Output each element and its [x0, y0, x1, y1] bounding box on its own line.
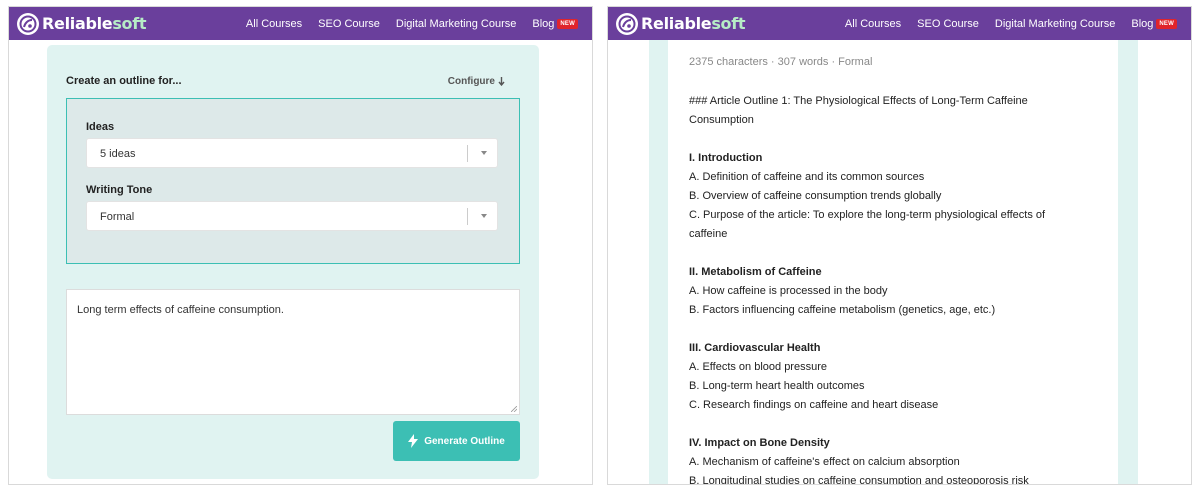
top-navbar: Reliablesoft All Courses SEO Course Digi… — [608, 7, 1191, 40]
chevron-down-icon — [481, 214, 487, 218]
nav-all-courses[interactable]: All Courses — [238, 18, 310, 30]
generated-outline-card: 2375 characters · 307 words · Formal ###… — [668, 40, 1118, 485]
section-heading: I. Introduction — [689, 152, 763, 164]
section-heading: III. Cardiovascular Health — [689, 342, 821, 354]
brand-name: Reliablesoft — [42, 14, 147, 33]
outline-item: A. Definition of caffeine and its common… — [689, 171, 925, 183]
nav-blog-label: Blog — [1131, 17, 1154, 30]
nav-seo-course[interactable]: SEO Course — [909, 18, 987, 30]
ideas-select[interactable]: 5 ideas — [86, 138, 498, 168]
topic-text: Long term effects of caffeine consumptio… — [77, 304, 284, 316]
section-heading: II. Metabolism of Caffeine — [689, 266, 822, 278]
nav-links: All Courses SEO Course Digital Marketing… — [238, 7, 586, 40]
outline-item: A. How caffeine is processed in the body — [689, 285, 888, 297]
nav-links: All Courses SEO Course Digital Marketing… — [837, 7, 1185, 40]
nav-digital-marketing-course[interactable]: Digital Marketing Course — [987, 18, 1123, 30]
tone-select[interactable]: Formal — [86, 201, 498, 231]
nav-blog[interactable]: Blog NEW — [524, 18, 586, 30]
outline-title-line: Consumption — [689, 114, 754, 126]
configure-toggle[interactable]: Configure — [448, 76, 505, 87]
nav-blog-label: Blog — [532, 17, 555, 30]
nav-digital-marketing-course[interactable]: Digital Marketing Course — [388, 18, 524, 30]
right-screenshot-panel: Reliablesoft All Courses SEO Course Digi… — [607, 6, 1192, 485]
reliablesoft-logo-icon — [17, 12, 39, 35]
brand-logo[interactable]: Reliablesoft — [17, 12, 147, 35]
resize-grip-icon[interactable] — [511, 406, 517, 412]
configure-label: Configure — [447, 75, 495, 87]
outline-item: C. Purpose of the article: To explore th… — [689, 209, 1046, 221]
select-separator — [467, 208, 468, 225]
brand-logo[interactable]: Reliablesoft — [616, 12, 746, 35]
new-badge: NEW — [1156, 18, 1177, 29]
tone-select-value: Formal — [100, 211, 135, 223]
tone-label: Writing Tone — [86, 184, 153, 196]
options-panel: Ideas 5 ideas Writing Tone Formal — [66, 98, 520, 264]
form-title: Create an outline for... — [66, 75, 182, 87]
nav-seo-course[interactable]: SEO Course — [310, 18, 388, 30]
brand-name: Reliablesoft — [641, 14, 746, 33]
select-separator — [467, 145, 468, 162]
outline-item: B. Longitudinal studies on caffeine cons… — [689, 475, 1029, 485]
outline-item: A. Mechanism of caffeine's effect on cal… — [689, 456, 960, 468]
form-header: Create an outline for... Configure — [66, 75, 505, 87]
nav-all-courses[interactable]: All Courses — [837, 18, 909, 30]
reliablesoft-logo-icon — [616, 12, 638, 35]
outline-title-line: ### Article Outline 1: The Physiological… — [689, 95, 1028, 107]
chevron-down-icon — [481, 151, 487, 155]
outline-form-card: Create an outline for... Configure Ideas… — [47, 45, 539, 479]
top-navbar: Reliablesoft All Courses SEO Course Digi… — [9, 7, 592, 40]
generate-outline-label: Generate Outline — [424, 435, 505, 447]
new-badge: NEW — [557, 18, 578, 29]
outline-item: B. Overview of caffeine consumption tren… — [689, 190, 942, 202]
outline-item: C. Research findings on caffeine and hea… — [689, 399, 939, 411]
output-meta: 2375 characters · 307 words · Formal — [689, 56, 873, 68]
lightning-icon — [408, 434, 419, 448]
arrow-down-icon — [498, 76, 505, 86]
topic-textarea[interactable]: Long term effects of caffeine consumptio… — [66, 289, 520, 415]
nav-blog[interactable]: Blog NEW — [1123, 18, 1185, 30]
outline-item: B. Long-term heart health outcomes — [689, 380, 865, 392]
left-screenshot-panel: Reliablesoft All Courses SEO Course Digi… — [8, 6, 593, 485]
outline-item: caffeine — [689, 228, 728, 240]
section-heading: IV. Impact on Bone Density — [689, 437, 830, 449]
generate-outline-button[interactable]: Generate Outline — [393, 421, 520, 461]
ideas-label: Ideas — [86, 121, 115, 133]
outline-item: B. Factors influencing caffeine metaboli… — [689, 304, 996, 316]
outline-item: A. Effects on blood pressure — [689, 361, 827, 373]
outline-text: ### Article Outline 1: The Physiological… — [689, 92, 1089, 485]
ideas-select-value: 5 ideas — [100, 148, 136, 160]
